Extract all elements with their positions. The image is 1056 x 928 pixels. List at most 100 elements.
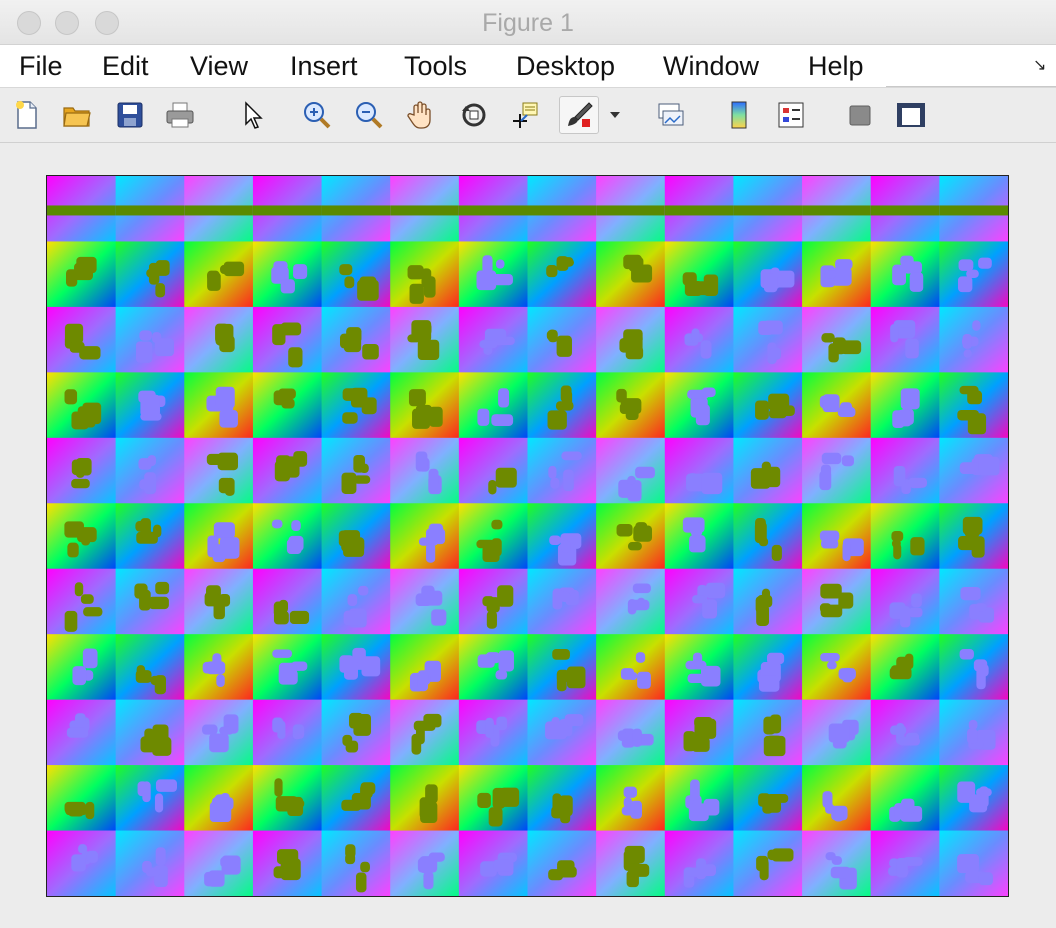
- tile-glyph: [495, 259, 505, 269]
- menu-tools[interactable]: Tools: [404, 51, 467, 82]
- show-plot-tools-icon[interactable]: [894, 98, 928, 132]
- tile-glyph: [276, 327, 285, 341]
- open-file-icon[interactable]: [60, 98, 94, 132]
- tile-glyph: [685, 660, 707, 670]
- tile-glyph: [482, 545, 500, 563]
- tile-glyph: [561, 540, 571, 553]
- tile-glyph: [47, 205, 116, 216]
- tile-glyph: [703, 274, 719, 297]
- tile-glyph: [74, 582, 84, 597]
- tile-glyph: [477, 654, 495, 668]
- brush-icon: [562, 98, 596, 132]
- tile-glyph: [417, 670, 429, 692]
- tile-glyph: [889, 667, 912, 680]
- tile-glyph: [968, 719, 978, 730]
- image-tile: [527, 241, 598, 308]
- tile-glyph: [959, 462, 979, 475]
- dock-arrow-icon[interactable]: ↘: [1033, 55, 1046, 75]
- menu-edit[interactable]: Edit: [102, 51, 149, 82]
- data-cursor-icon[interactable]: [508, 98, 542, 132]
- brush-button[interactable]: [559, 96, 599, 134]
- tile-glyph: [321, 205, 391, 216]
- tile-glyph: [339, 264, 353, 276]
- tile-glyph: [218, 477, 232, 494]
- tile-glyph: [616, 388, 627, 403]
- tile-glyph: [219, 726, 234, 735]
- image-tile: [115, 306, 186, 374]
- tile-glyph: [978, 872, 993, 886]
- legend-icon[interactable]: [774, 98, 808, 132]
- tile-glyph: [972, 320, 981, 331]
- image-tile: [870, 503, 941, 570]
- tile-glyph: [139, 589, 151, 611]
- tile-glyph: [842, 541, 851, 562]
- tile-glyph: [498, 470, 508, 479]
- tile-glyph: [115, 205, 185, 216]
- tile-glyph: [889, 602, 906, 619]
- menu-insert[interactable]: Insert: [290, 51, 358, 82]
- tile-glyph: [548, 465, 557, 479]
- tile-glyph: [762, 801, 774, 814]
- tile-glyph: [690, 522, 703, 537]
- link-plot-icon[interactable]: [654, 98, 688, 132]
- tile-glyph: [72, 666, 87, 686]
- edit-plot-arrow-icon[interactable]: [236, 98, 270, 132]
- tile-glyph: [773, 405, 795, 416]
- tile-glyph: [206, 453, 228, 466]
- tile-glyph: [491, 414, 514, 426]
- zoom-in-icon[interactable]: [300, 98, 334, 132]
- menu-file[interactable]: File: [19, 51, 63, 82]
- tile-glyph: [80, 594, 94, 604]
- tile-glyph: [630, 800, 643, 819]
- tile-glyph: [492, 787, 506, 809]
- menu-help[interactable]: Help: [808, 51, 864, 82]
- window-title: Figure 1: [482, 9, 574, 37]
- image-axes[interactable]: [46, 175, 1009, 897]
- tile-glyph: [688, 803, 709, 822]
- menu-bar: File Edit View Insert Tools Desktop Wind…: [0, 45, 1056, 88]
- image-tile: [458, 372, 529, 439]
- menu-view[interactable]: View: [190, 51, 248, 82]
- tile-glyph: [488, 807, 503, 827]
- tile-glyph: [755, 400, 769, 420]
- tile-glyph: [548, 329, 558, 343]
- pan-hand-icon[interactable]: [404, 98, 438, 132]
- tile-glyph: [632, 583, 651, 594]
- tile-glyph: [289, 610, 310, 624]
- image-tile: [802, 634, 872, 701]
- brush-dropdown-arrow-icon[interactable]: [610, 112, 620, 118]
- tile-glyph: [425, 590, 443, 606]
- save-icon[interactable]: [113, 98, 147, 132]
- tile-glyph: [552, 588, 563, 610]
- menu-desktop[interactable]: Desktop: [516, 51, 615, 82]
- tile-glyph: [67, 542, 79, 558]
- normal-map-image: [47, 176, 1008, 896]
- tile-glyph: [969, 794, 988, 813]
- tile-glyph: [971, 536, 985, 558]
- tile-glyph: [771, 544, 782, 561]
- tile-glyph: [78, 844, 88, 854]
- tile-glyph: [288, 535, 304, 552]
- tile-glyph: [486, 610, 497, 629]
- tile-glyph: [71, 854, 86, 872]
- tile-glyph: [360, 861, 370, 873]
- tile-glyph: [137, 781, 148, 797]
- image-tile: [184, 699, 254, 767]
- tile-glyph: [423, 871, 434, 890]
- menu-window[interactable]: Window: [663, 51, 759, 82]
- tile-glyph: [155, 581, 170, 595]
- new-figure-icon[interactable]: [10, 98, 44, 132]
- print-icon[interactable]: [163, 98, 197, 132]
- tile-glyph: [85, 801, 95, 820]
- tile-glyph: [342, 412, 358, 424]
- tile-glyph: [278, 662, 297, 684]
- zoom-out-icon[interactable]: [352, 98, 386, 132]
- colorbar-icon[interactable]: [722, 98, 756, 132]
- tile-glyph: [832, 337, 846, 355]
- tile-glyph: [901, 798, 915, 814]
- hide-plot-tools-icon[interactable]: [843, 98, 877, 132]
- tile-glyph: [701, 472, 723, 495]
- image-tile: [596, 503, 666, 570]
- tile-glyph: [559, 257, 574, 267]
- rotate-3d-icon[interactable]: [457, 98, 491, 132]
